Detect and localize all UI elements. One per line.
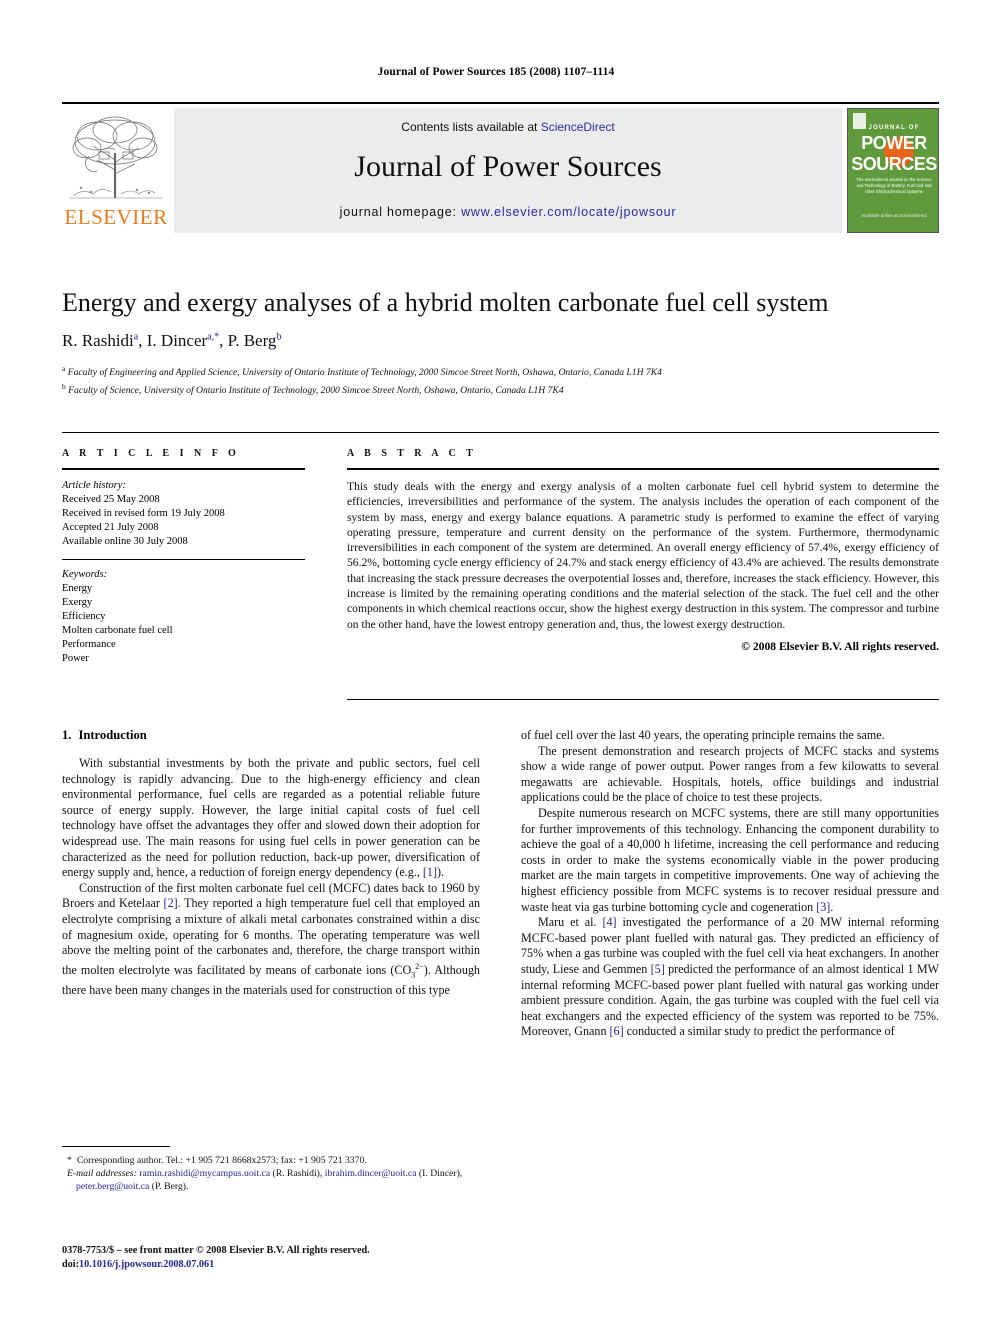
email-link[interactable]: peter.berg@uoit.ca (76, 1181, 149, 1192)
title-block: Energy and exergy analyses of a hybrid m… (62, 288, 939, 397)
keywords-label: Keywords: (62, 569, 108, 580)
masthead-top-rule (62, 102, 939, 104)
article-history-item: Accepted 21 July 2008 (62, 522, 159, 533)
abstract-copyright: © 2008 Elsevier B.V. All rights reserved… (741, 639, 939, 653)
issn-front-matter-line: 0378-7753/$ – see front matter © 2008 El… (62, 1245, 370, 1256)
article-history-label: Article history: (62, 480, 126, 491)
article-info-rule (62, 468, 305, 470)
body-column-right: of fuel cell over the last 40 years, the… (521, 728, 939, 1040)
body-paragraph: With substantial investments by both the… (62, 756, 480, 880)
journal-masthead: ELSEVIER Contents lists available at Sci… (62, 102, 939, 233)
keyword-item: Performance (62, 639, 116, 650)
author-list: R. Rashidia, I. Dincera,*, P. Bergb (62, 331, 939, 351)
doi-line: doi:10.1016/j.jpowsour.2008.07.061 (62, 1258, 562, 1272)
corresponding-author-text: Corresponding author. Tel.: +1 905 721 8… (76, 1155, 367, 1166)
author-name: R. Rashidi (62, 331, 134, 350)
keyword-item: Power (62, 653, 89, 664)
author-entry: I. Dincera,* (147, 331, 219, 350)
section-title-text: Introduction (78, 728, 147, 742)
email-owner: (I. Dincer), (416, 1168, 463, 1179)
citation-link[interactable]: [5] (651, 962, 665, 976)
abstract-text: This study deals with the energy and exe… (347, 480, 939, 631)
info-abstract-top-rule (62, 432, 939, 433)
email-link[interactable]: ibrahim.dincer@uoit.ca (325, 1168, 417, 1179)
elsevier-tree-icon (65, 108, 167, 205)
body-column-left: 1. Introduction With substantial investme… (62, 728, 480, 998)
affiliation-item: b Faculty of Science, University of Onta… (62, 380, 939, 398)
journal-cover-thumbnail: JOURNAL OF POWER SOURCES The Internation… (847, 108, 939, 233)
cover-subtitle: The International Journal on the Science… (856, 177, 932, 194)
keyword-item: Exergy (62, 597, 93, 608)
elsevier-wordmark: ELSEVIER (64, 205, 168, 229)
author-sep: , (138, 331, 147, 350)
email-addresses-label: E-mail addresses: (67, 1168, 137, 1179)
body-paragraph: Despite numerous research on MCFC system… (521, 805, 939, 914)
author-affil-mark: a,* (207, 331, 220, 343)
citation-link[interactable]: [3] (816, 900, 830, 914)
cover-footer-text: Available online at ScienceDirect (861, 213, 927, 218)
corresponding-author-note: * Corresponding author. Tel.: +1 905 721 … (62, 1154, 480, 1167)
footnote-rule (62, 1146, 170, 1147)
citation-link[interactable]: [2] (164, 896, 178, 910)
doi-link[interactable]: 10.1016/j.jpowsour.2008.07.061 (79, 1259, 214, 1270)
email-owner: (R. Rashidi), (270, 1168, 323, 1179)
body-paragraph: Construction of the first molten carbona… (62, 880, 480, 997)
cover-journal-of-label: JOURNAL OF (868, 125, 920, 131)
doi-label: doi: (62, 1259, 79, 1270)
abstract-rule (347, 468, 939, 470)
author-affil-mark: b (276, 331, 282, 343)
affiliation-mark: b (62, 381, 66, 391)
keywords-rule (62, 559, 305, 560)
sciencedirect-link[interactable]: ScienceDirect (541, 120, 615, 134)
contents-available-line: Contents lists available at ScienceDirec… (174, 120, 842, 134)
contents-prefix: Contents lists available at (401, 120, 541, 134)
affiliation-mark: a (62, 364, 66, 373)
citation-link[interactable]: [4] (602, 915, 616, 929)
abstract-column: A B S T R A C T This study deals with th… (347, 448, 939, 653)
keyword-item: Molten carbonate fuel cell (62, 625, 173, 636)
affiliation-list: a Faculty of Engineering and Applied Sci… (62, 362, 939, 397)
article-history-item: Available online 30 July 2008 (62, 536, 188, 547)
citation-link[interactable]: [1] (423, 865, 437, 879)
masthead-banner: Contents lists available at ScienceDirec… (174, 108, 842, 233)
journal-homepage-line: journal homepage: www.elsevier.com/locat… (174, 205, 842, 219)
citation-link[interactable]: [6] (610, 1024, 624, 1038)
body-paragraph: Maru et al. [4] investigated the perform… (521, 915, 939, 1039)
affiliation-item: a Faculty of Engineering and Applied Sci… (62, 362, 939, 380)
cover-sources-label: SOURCES (851, 154, 937, 174)
article-info-column: A R T I C L E I N F O Article history: R… (62, 448, 305, 666)
article-info-heading: A R T I C L E I N F O (62, 448, 240, 459)
email-addresses-note: E-mail addresses: ramin.rashidi@mycampus… (62, 1167, 480, 1193)
email-owner: (P. Berg). (149, 1181, 189, 1192)
running-head: Journal of Power Sources 185 (2008) 1107… (377, 66, 615, 78)
imprint-block: 0378-7753/$ – see front matter © 2008 El… (62, 1244, 562, 1272)
author-entry: P. Bergb (228, 331, 282, 350)
keyword-item: Efficiency (62, 611, 106, 622)
article-history-item: Received 25 May 2008 (62, 494, 160, 505)
keyword-item: Energy (62, 583, 93, 594)
author-name: P. Berg (227, 331, 277, 350)
abstract-bottom-rule (347, 699, 939, 700)
article-history-item: Received in revised form 19 July 2008 (62, 508, 225, 519)
homepage-url-link[interactable]: www.elsevier.com/locate/jpowsour (461, 205, 676, 219)
body-paragraph: of fuel cell over the last 40 years, the… (521, 728, 885, 742)
elsevier-logo: ELSEVIER (62, 108, 170, 233)
section-number: 1. (62, 728, 72, 742)
footnote-block: * Corresponding author. Tel.: +1 905 721 … (62, 1146, 480, 1193)
journal-title: Journal of Power Sources (354, 150, 662, 183)
body-paragraph: The present demonstration and research p… (521, 743, 939, 805)
section-heading-introduction: 1. Introduction (62, 728, 480, 743)
author-name: I. Dincer (146, 331, 208, 350)
author-sep: , (219, 331, 228, 350)
homepage-label: journal homepage: (339, 205, 462, 219)
affiliation-text: Faculty of Engineering and Applied Scien… (67, 367, 662, 379)
footnote-star-marker: * (67, 1155, 72, 1166)
paper-page: Journal of Power Sources 185 (2008) 1107… (0, 0, 992, 1323)
author-entry: R. Rashidia (62, 331, 138, 350)
email-link[interactable]: ramin.rashidi@mycampus.uoit.ca (139, 1168, 270, 1179)
affiliation-text: Faculty of Science, University of Ontari… (68, 384, 564, 396)
paper-title: Energy and exergy analyses of a hybrid m… (62, 288, 829, 317)
cover-power-label: POWER (861, 133, 927, 153)
abstract-heading: A B S T R A C T (347, 448, 477, 459)
